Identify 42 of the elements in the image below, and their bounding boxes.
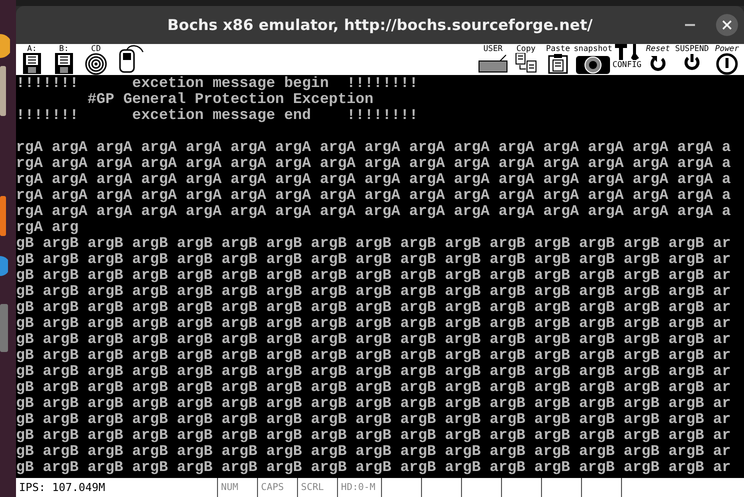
status-indicator: SCRL	[301, 482, 324, 493]
console-line: rgA argA argA argA argA argA argA argA argA argA argA argA argA argA argA argA a	[16, 204, 732, 220]
console-line: gB argB argB argB argB argB argB argB argB argB argB argB argB argB argB argB ar	[16, 364, 732, 380]
console-line: gB argB argB argB argB argB argB argB argB argB argB argB argB argB argB argB ar	[16, 428, 732, 444]
console-line: gB argB argB argB argB argB argB argB argB argB argB argB argB argB argB argB ar	[16, 332, 732, 348]
power-icon	[683, 53, 701, 71]
minimize-icon	[685, 24, 695, 26]
console-line: gB argB argB argB argB argB argB argB argB argB argB argB argB argB argB argB ar	[16, 460, 732, 476]
console-line: rgA argA argA argA argA argA argA argA argA argA argA argA argA argA argA argA a	[16, 188, 732, 204]
status-indicator: HD:0-M	[341, 482, 376, 493]
console-line: gB argB argB argB argB argB argB argB argB argB argB argB argB argB argB argB ar	[16, 444, 732, 460]
reset-icon	[649, 53, 667, 71]
console-line: !!!!!!! excetion message begin !!!!!!!!	[16, 76, 420, 92]
documents-icon	[515, 53, 537, 73]
tools-icon	[614, 44, 640, 60]
console-line: #GP General Protection Exception	[86, 92, 374, 108]
status-indicator: CAPS	[261, 482, 284, 493]
close-button[interactable]	[716, 14, 738, 36]
console-line: gB argB argB argB argB argB argB argB argB argB argB argB argB argB argB argB ar	[16, 268, 732, 284]
keyboard-icon	[478, 53, 508, 73]
console-line: gB argB argB argB argB argB argB argB argB argB argB argB argB argB argB argB ar	[16, 284, 732, 300]
console-line: !!!!!!! excetion message end !!!!!!!!	[16, 108, 420, 124]
console-line: rgA argA argA argA argA argA argA argA argA argA argA argA argA argA argA argA a	[16, 156, 732, 172]
console-line: gB argB argB argB argB argB argB argB argB argB argB argB argB argB argB argB ar	[16, 348, 732, 364]
console-line: gB argB argB argB argB argB argB argB argB argB argB argB argB argB argB argB ar	[16, 316, 732, 332]
ips-readout: IPS: 107.049M	[19, 481, 106, 494]
status-indicator: NUM	[221, 482, 238, 493]
console-line: gB argB argB argB argB argB argB argB argB argB argB argB argB argB argB argB ar	[16, 252, 732, 268]
console-line: gB argB argB argB argB argB argB argB argB argB argB argB argB argB argB argB ar	[16, 236, 732, 252]
console-line: rgA argA argA argA argA argA argA argA argA argA argA argA argA argA argA argA a	[16, 172, 732, 188]
console-line: rgA arg	[16, 220, 80, 236]
window-title: Bochs x86 emulator, http://bochs.sourceforge.net/	[167, 16, 593, 34]
snapshot-button[interactable]: snapshot	[574, 44, 612, 75]
console-line: gB argB argB argB argB argB argB argB argB argB argB argB argB argB argB argB ar	[16, 412, 732, 428]
console-line: gB argB argB argB argB argB argB argB argB argB argB argB argB argB argB argB ar	[16, 300, 732, 316]
console-line: rgA argA argA argA argA argA argA argA argA argA argA argA argA argA argA argA a	[16, 140, 732, 156]
app-icon[interactable]	[0, 34, 10, 58]
app-icon[interactable]	[0, 256, 8, 276]
keyboard-button[interactable]: USER	[476, 44, 510, 75]
console-line: gB argB argB argB argB argB argB argB argB argB argB argB argB argB argB argB ar	[16, 380, 732, 396]
close-icon	[722, 20, 732, 30]
console-line: gB argB argB argB argB argB argB argB argB argB argB argB argB argB argB argB ar	[16, 396, 732, 412]
